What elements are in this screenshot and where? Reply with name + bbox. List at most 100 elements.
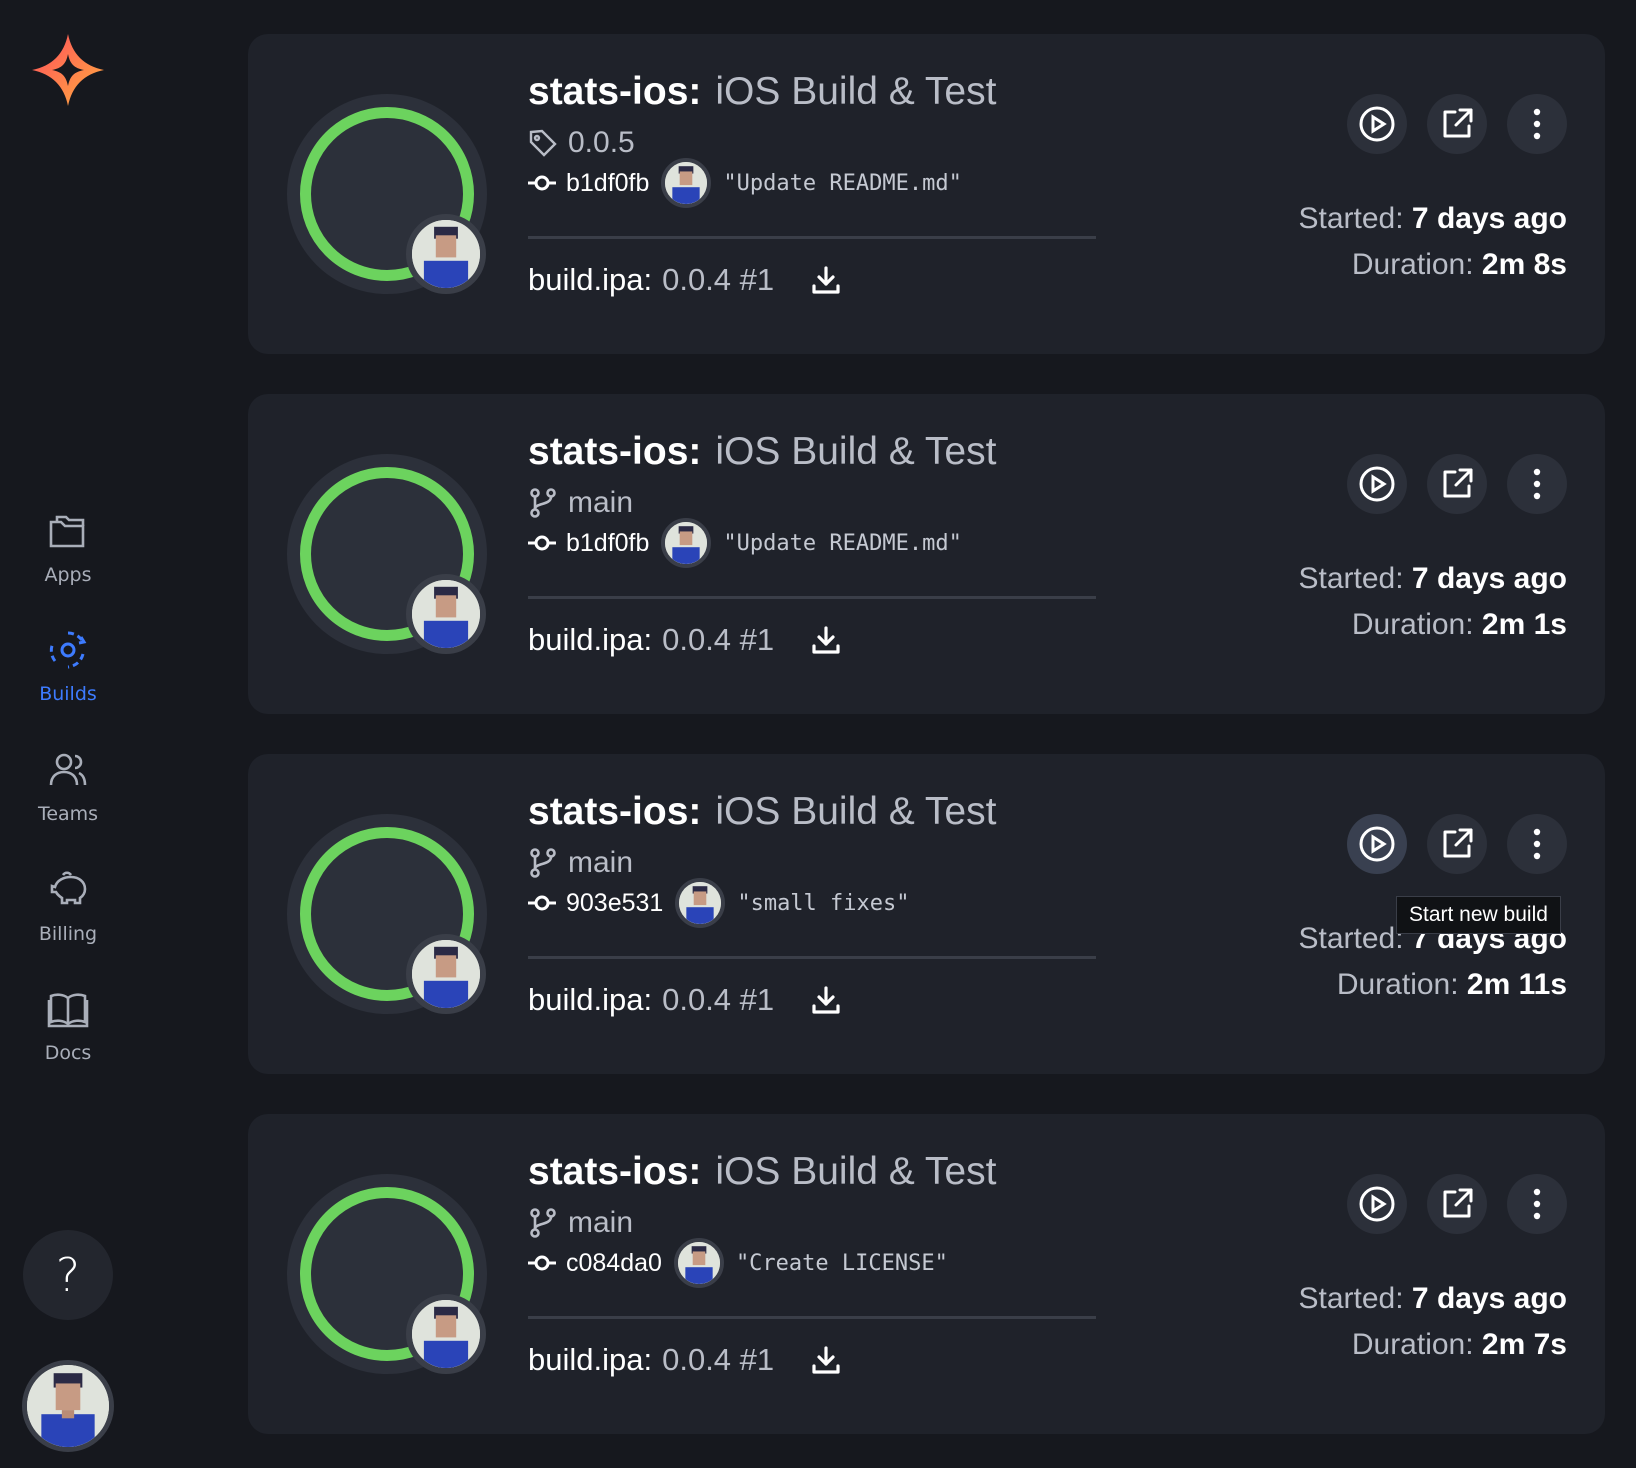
- sidebar-item-apps[interactable]: Apps: [0, 508, 136, 586]
- help-button[interactable]: ?: [23, 1230, 113, 1320]
- app-logo-icon[interactable]: [30, 32, 106, 108]
- workflow-name: iOS Build & Test: [715, 790, 997, 833]
- avatar: [406, 1294, 486, 1374]
- commit-sha[interactable]: b1df0fb: [566, 529, 649, 558]
- commit-message: "small fixes": [737, 890, 910, 916]
- divider: [528, 956, 1096, 959]
- piggy-bank-icon: [50, 871, 87, 905]
- play-circle-icon: [1359, 106, 1395, 142]
- build-title[interactable]: stats-ios: iOS Build & Test: [528, 1150, 996, 1194]
- build-stats: Started: 7 days ago Duration: 2m 8s: [1299, 196, 1567, 288]
- open-external-button[interactable]: [1427, 454, 1487, 514]
- sidebar: Apps Builds Teams Billing Docs ?: [0, 0, 136, 1468]
- download-button[interactable]: [810, 624, 842, 656]
- build-actions: [1347, 94, 1567, 154]
- start-build-button[interactable]: [1347, 1174, 1407, 1234]
- started-value: 7 days ago: [1411, 562, 1567, 595]
- start-build-button[interactable]: [1347, 814, 1407, 874]
- artifact-name: build.ipa:: [528, 1342, 653, 1377]
- play-circle-icon: [1359, 826, 1395, 862]
- build-title[interactable]: stats-ios: iOS Build & Test: [528, 430, 996, 474]
- sidebar-item-teams[interactable]: Teams: [0, 747, 136, 825]
- play-circle-icon: [1359, 466, 1395, 502]
- tooltip: Start new build: [1396, 896, 1561, 934]
- start-build-button[interactable]: [1347, 454, 1407, 514]
- commit-sha[interactable]: 903e531: [566, 889, 663, 918]
- avatar: [406, 934, 486, 1014]
- divider: [528, 236, 1096, 239]
- more-vertical-icon: [1533, 468, 1541, 500]
- more-options-button[interactable]: [1507, 814, 1567, 874]
- artifact-version: 0.0.4 #1: [662, 262, 775, 297]
- ref-row: 0.0.5: [528, 126, 635, 160]
- ref-label: main: [568, 1206, 634, 1239]
- build-title[interactable]: stats-ios: iOS Build & Test: [528, 790, 996, 834]
- commit-icon: [528, 895, 556, 911]
- start-build-button[interactable]: [1347, 94, 1407, 154]
- sidebar-item-billing[interactable]: Billing: [0, 867, 136, 945]
- duration-value: 2m 7s: [1481, 1328, 1567, 1361]
- open-external-button[interactable]: [1427, 814, 1487, 874]
- duration-label: Duration:: [1351, 608, 1474, 641]
- sidebar-item-builds[interactable]: Builds: [0, 627, 136, 705]
- artifact-name: build.ipa:: [528, 262, 653, 297]
- avatar: [675, 878, 726, 928]
- book-icon: [47, 993, 89, 1028]
- build-card[interactable]: stats-ios: iOS Build & Test main b1df0fb …: [248, 394, 1605, 714]
- ref-row: main: [528, 1206, 633, 1240]
- ref-label: 0.0.5: [568, 126, 635, 159]
- download-icon: [812, 1346, 840, 1374]
- ref-label: main: [568, 486, 634, 519]
- download-button[interactable]: [810, 1344, 842, 1376]
- artifact-row: build.ipa: 0.0.4 #1: [528, 982, 842, 1018]
- artifact-version: 0.0.4 #1: [662, 982, 775, 1017]
- duration-label: Duration:: [1351, 1328, 1474, 1361]
- divider: [528, 596, 1096, 599]
- tag-icon: [529, 129, 557, 157]
- workflow-name: iOS Build & Test: [715, 430, 997, 473]
- duration-value: 2m 8s: [1481, 248, 1567, 281]
- download-button[interactable]: [810, 264, 842, 296]
- started-label: Started:: [1298, 562, 1404, 595]
- external-link-icon: [1443, 828, 1473, 858]
- commit-sha[interactable]: c084da0: [566, 1249, 662, 1278]
- commit-icon: [528, 1255, 556, 1271]
- build-card[interactable]: stats-ios: iOS Build & Test 0.0.5 b1df0fb…: [248, 34, 1605, 354]
- download-button[interactable]: [810, 984, 842, 1016]
- build-actions: [1347, 1174, 1567, 1234]
- branch-icon: [530, 848, 556, 878]
- ref-row: main: [528, 486, 633, 520]
- build-status-ring: [287, 94, 487, 294]
- build-status-ring: [287, 814, 487, 1014]
- started-label: Started:: [1298, 922, 1404, 955]
- divider: [528, 1316, 1096, 1319]
- avatar: [673, 1238, 724, 1288]
- repo-name: stats-ios:: [528, 430, 702, 473]
- started-label: Started:: [1298, 202, 1404, 235]
- commit-row: 903e531 "small fixes": [528, 878, 910, 928]
- duration-value: 2m 11s: [1466, 968, 1567, 1001]
- open-external-button[interactable]: [1427, 1174, 1487, 1234]
- user-avatar[interactable]: [22, 1360, 114, 1452]
- build-title[interactable]: stats-ios: iOS Build & Test: [528, 70, 996, 114]
- folder-icon: [49, 515, 85, 548]
- build-stats: Started: 7 days ago Duration: 2m 7s: [1299, 1276, 1567, 1368]
- open-external-button[interactable]: [1427, 94, 1487, 154]
- more-options-button[interactable]: [1507, 454, 1567, 514]
- builds-gear-icon: [49, 631, 87, 669]
- commit-message: "Create LICENSE": [735, 1250, 948, 1276]
- sidebar-item-label: Billing: [38, 923, 98, 945]
- ref-label: main: [568, 846, 634, 879]
- avatar: [661, 518, 712, 568]
- started-label: Started:: [1298, 1282, 1404, 1315]
- branch-icon: [530, 1208, 556, 1238]
- duration-label: Duration:: [1351, 248, 1474, 281]
- workflow-name: iOS Build & Test: [715, 1150, 997, 1193]
- more-options-button[interactable]: [1507, 1174, 1567, 1234]
- sidebar-item-docs[interactable]: Docs: [0, 986, 136, 1064]
- avatar: [661, 158, 712, 208]
- build-card[interactable]: stats-ios: iOS Build & Test main c084da0 …: [248, 1114, 1605, 1434]
- commit-sha[interactable]: b1df0fb: [566, 169, 649, 198]
- external-link-icon: [1443, 108, 1473, 138]
- more-options-button[interactable]: [1507, 94, 1567, 154]
